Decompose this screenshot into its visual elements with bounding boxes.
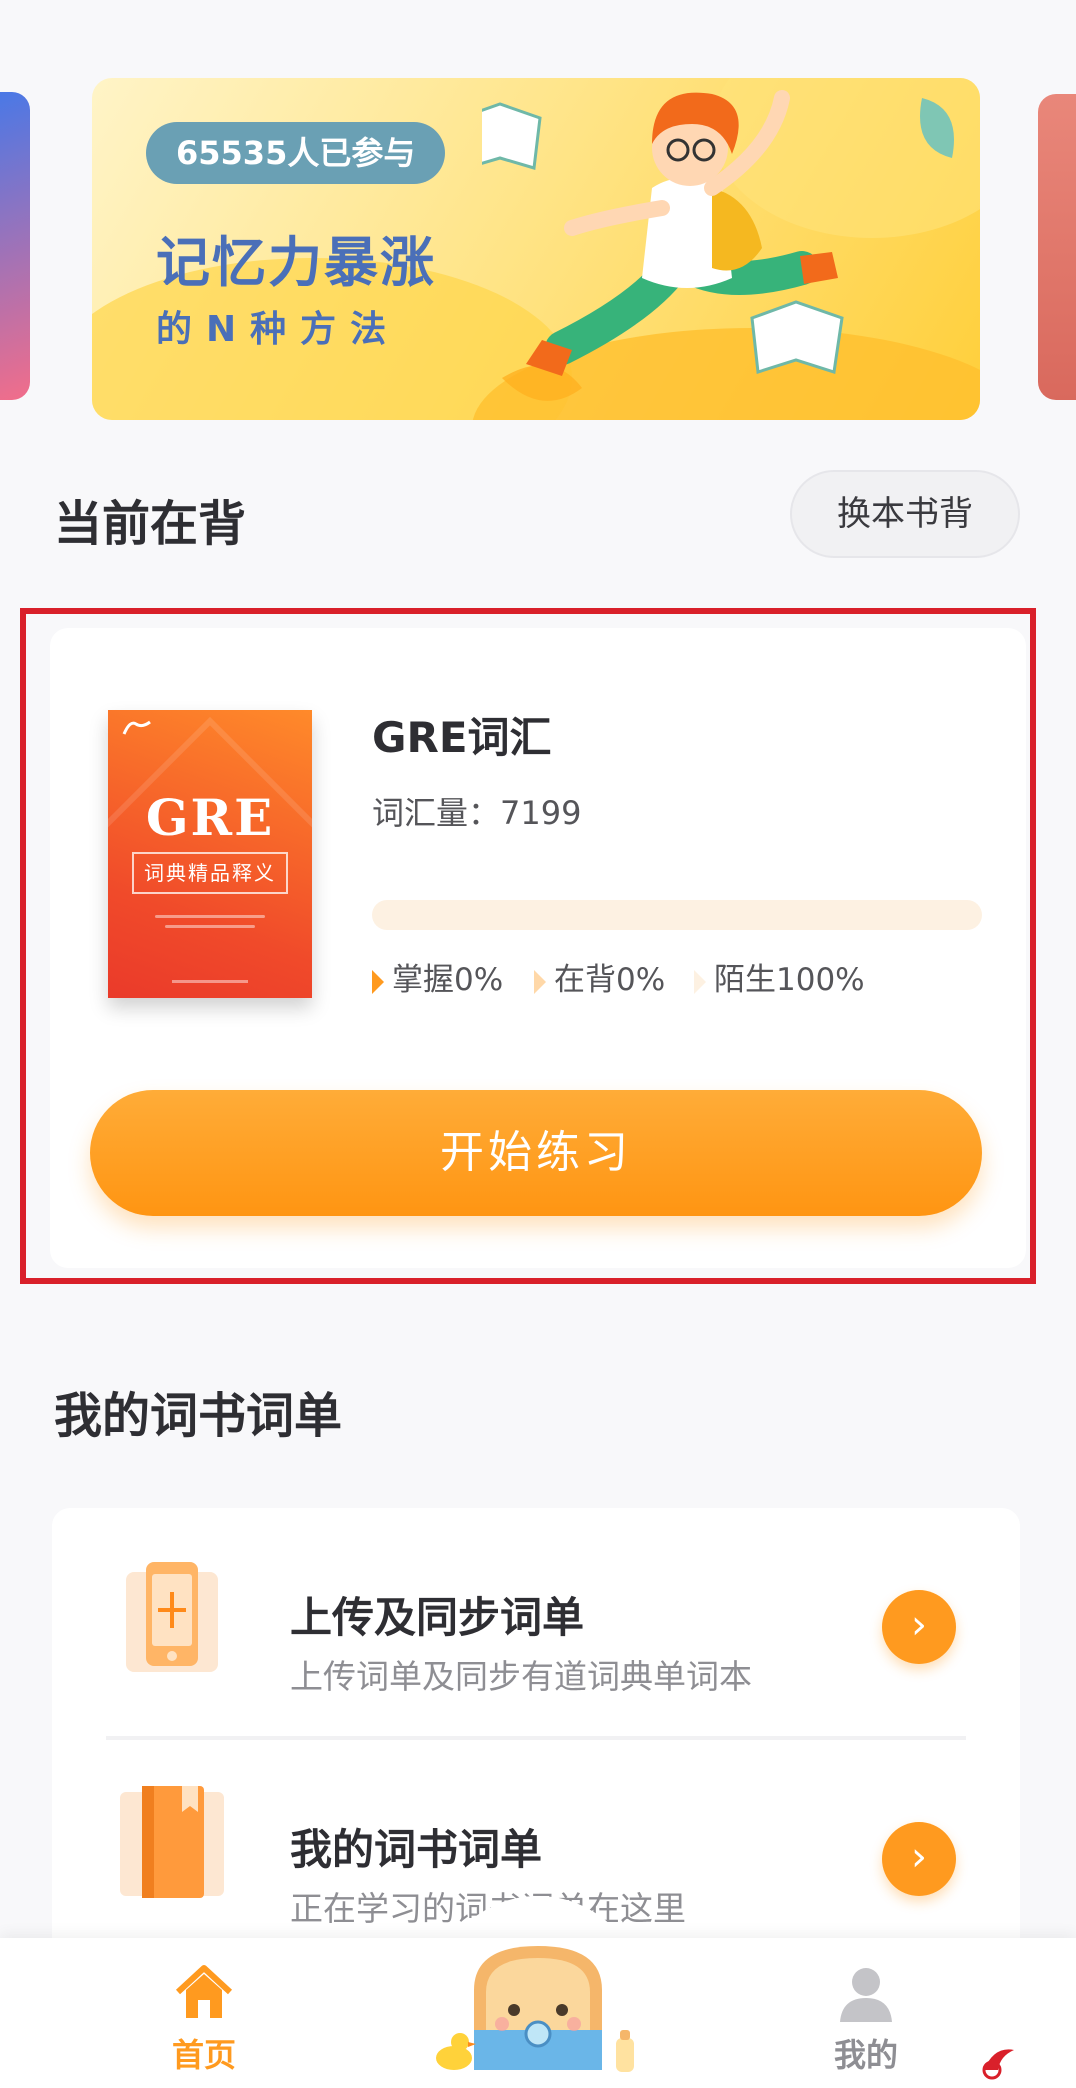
cover-logo	[122, 720, 152, 742]
cover-decor	[172, 980, 248, 983]
legend-learning-label: 在背0%	[554, 962, 666, 998]
watermark-logo	[982, 2049, 1014, 2080]
banner-participants-badge: 65535人已参与	[146, 122, 446, 184]
banner-title: 记忆力暴涨	[156, 231, 436, 294]
list-item-upload-sync[interactable]: 上传及同步词单 上传词单及同步有道词典单词本 ›	[52, 1508, 1020, 1718]
banner-next-peek[interactable]	[1038, 94, 1076, 400]
cover-title: GRE	[145, 788, 275, 847]
triangle-marker-icon	[694, 969, 706, 994]
list-item-title: 上传及同步词单	[290, 1593, 585, 1642]
list-item-title: 我的词书词单	[290, 1825, 543, 1874]
legend-mastered: 掌握0%	[372, 958, 503, 1002]
book-title: GRE词汇	[372, 713, 552, 762]
banner-prev-peek[interactable]	[0, 92, 30, 400]
chevron-right-icon[interactable]: ›	[882, 1590, 956, 1664]
youdao-logo-icon	[122, 720, 151, 735]
legend-learning: 在背0%	[534, 958, 665, 1002]
list-item-subtitle: 上传词单及同步有道词典单词本	[290, 1657, 752, 1696]
legend-new-label: 陌生100%	[714, 962, 865, 998]
current-book-card: GRE 词典精品释义 GRE词汇 词汇量：7199 掌握0% 在背0% 陌生10…	[50, 628, 1026, 1268]
banner-subtitle: 的N种方法	[156, 309, 401, 350]
cover-subtitle: 词典精品释义	[132, 852, 288, 894]
divider	[106, 1736, 966, 1740]
toast-mascot-icon[interactable]	[430, 1930, 646, 2080]
tab-home-label: 首页	[171, 2036, 236, 2074]
running-girl-illustration	[482, 90, 954, 401]
book-icon	[120, 1786, 224, 1898]
legend-mastered-label: 掌握0%	[392, 962, 504, 998]
chevron-right-icon[interactable]: ›	[882, 1822, 956, 1896]
triangle-marker-icon	[534, 969, 546, 994]
section-title-wordlists: 我的词书词单	[54, 1388, 343, 1444]
progress-bar	[372, 900, 982, 930]
book-cover[interactable]: GRE 词典精品释义	[108, 710, 312, 998]
book-word-count: 词汇量：7199	[372, 794, 582, 832]
switch-book-button[interactable]: 换本书背	[790, 470, 1020, 558]
promo-banner[interactable]: 65535人已参与 记忆力暴涨 的N种方法	[92, 78, 980, 420]
app-screen: 65535人已参与 记忆力暴涨 的N种方法 当前在背 换本书背 GRE 词典精品…	[0, 0, 1076, 2088]
legend-new: 陌生100%	[694, 958, 865, 1002]
user-icon	[840, 1968, 892, 2022]
home-icon	[175, 1965, 233, 2018]
triangle-marker-icon	[372, 969, 384, 994]
tab-mine[interactable]: 我的	[796, 1964, 936, 2076]
tab-home[interactable]: 首页	[134, 1964, 274, 2076]
section-title-current: 当前在背	[54, 496, 247, 552]
tab-mine-label: 我的	[833, 2036, 898, 2074]
start-practice-button[interactable]: 开始练习	[90, 1090, 982, 1216]
cover-decor	[148, 908, 272, 928]
phone-upload-icon	[126, 1562, 218, 1672]
